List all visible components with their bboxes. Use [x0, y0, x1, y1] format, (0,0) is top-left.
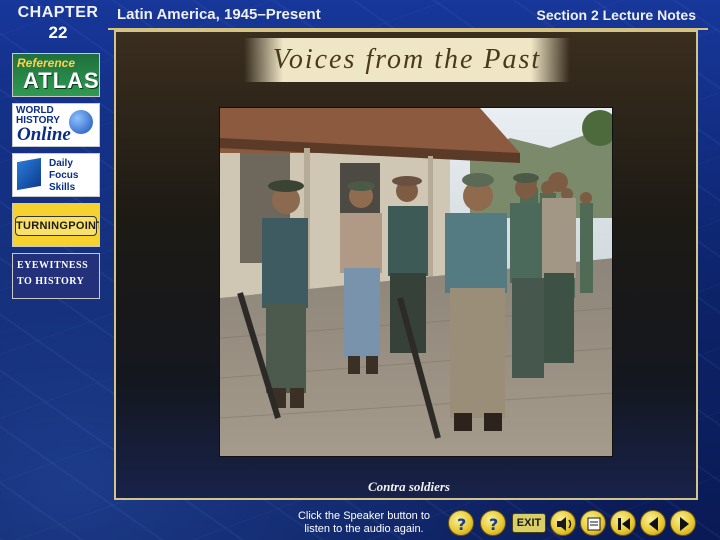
- eyewitness-history-button[interactable]: EYEWITNESS TO HISTORY: [12, 253, 100, 299]
- speaker-help-text: Click the Speaker button to listen to th…: [297, 510, 431, 535]
- world-history-online-button[interactable]: WORLD HISTORY Online: [12, 103, 100, 147]
- dfs-label: Daily Focus Skills: [49, 158, 79, 193]
- chapter-word: CHAPTER: [17, 4, 99, 21]
- photo-caption: Contra soldiers: [368, 479, 450, 494]
- sidebar: Reference ATLAS WORLD HISTORY Online Dai…: [12, 53, 102, 305]
- eyewitness-label-top: EYEWITNESS: [17, 260, 89, 271]
- photo-illustration: [220, 108, 612, 456]
- section-title: Section 2 Lecture Notes: [536, 7, 697, 23]
- previous-slide-icon[interactable]: [640, 510, 666, 536]
- svg-text:?: ?: [489, 515, 498, 534]
- exit-button[interactable]: EXIT: [512, 513, 546, 533]
- reference-atlas-button[interactable]: Reference ATLAS: [12, 53, 100, 97]
- first-slide-icon[interactable]: [610, 510, 636, 536]
- next-slide-icon[interactable]: [670, 510, 696, 536]
- chapter-title: Latin America, 1945–Present: [117, 6, 321, 23]
- question-icon[interactable]: ?: [480, 510, 506, 536]
- globe-icon: [69, 110, 93, 134]
- voices-from-the-past-banner: Voices from the Past: [244, 38, 570, 82]
- turning-point-button[interactable]: TURNINGPOINT: [12, 203, 100, 247]
- turning-point-label: TURNINGPOINT: [15, 216, 99, 236]
- contra-soldiers-photo: [219, 107, 613, 457]
- cube-icon: [17, 157, 41, 191]
- speaker-icon[interactable]: [550, 510, 576, 536]
- daily-focus-skills-button[interactable]: Daily Focus Skills: [12, 153, 100, 197]
- chapter-number: 22: [48, 23, 68, 42]
- main-panel: Voices from the Past Contra soldiers: [114, 30, 698, 500]
- chapter-badge: CHAPTER 22: [14, 4, 102, 50]
- svg-text:?: ?: [457, 515, 466, 534]
- whonline-label-main: Online: [17, 124, 71, 145]
- eyewitness-label-main: TO HISTORY: [17, 276, 85, 287]
- header: CHAPTER 22 Latin America, 1945–Present S…: [0, 0, 720, 42]
- help-icon[interactable]: ?: [448, 510, 474, 536]
- atlas-label-main: ATLAS: [23, 68, 100, 93]
- resource-icon[interactable]: [580, 510, 606, 536]
